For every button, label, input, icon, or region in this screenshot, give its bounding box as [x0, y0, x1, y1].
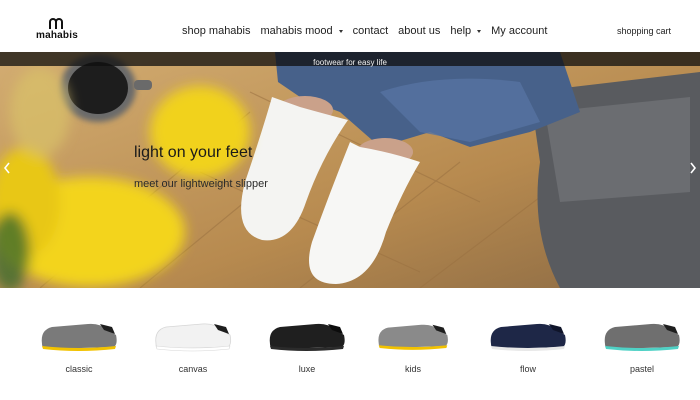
- product-label: canvas: [178, 364, 208, 374]
- product-label: luxe: [298, 364, 316, 374]
- caret-down-icon: [477, 29, 482, 33]
- product-kids[interactable]: kids: [363, 318, 463, 374]
- slipper-image: [378, 324, 448, 350]
- tagline: footwear for easy life: [313, 58, 387, 67]
- logo-text: mahabis: [36, 30, 78, 41]
- chevron-right-icon[interactable]: [688, 160, 698, 176]
- chevron-left-icon[interactable]: [2, 160, 12, 176]
- hero-image: [0, 52, 700, 288]
- product-flow[interactable]: flow: [478, 318, 578, 374]
- product-classic[interactable]: classic: [29, 318, 129, 374]
- slipper-image: [155, 323, 232, 352]
- nav-label: help: [450, 25, 472, 37]
- nav-my-account[interactable]: My account: [491, 25, 547, 37]
- slipper-image: [604, 323, 680, 351]
- nav-about-us[interactable]: about us: [398, 25, 440, 37]
- nav-label: contact: [352, 25, 389, 37]
- slipper-image: [490, 323, 566, 351]
- hero-subtitle: meet our lightweight slipper: [134, 178, 268, 190]
- shopping-cart-link[interactable]: shopping cart: [617, 26, 671, 36]
- product-luxe[interactable]: luxe: [257, 318, 357, 374]
- nav-label: about us: [398, 25, 441, 37]
- hero-title: light on your feet: [134, 144, 253, 161]
- nav-label: My account: [491, 25, 548, 37]
- nav-contact[interactable]: contact: [353, 25, 388, 37]
- caret-down-icon: [338, 29, 343, 33]
- product-row: classic canvas luxe kids flow pastel: [0, 288, 700, 400]
- product-label: classic: [65, 364, 93, 374]
- product-label: flow: [519, 364, 536, 374]
- product-canvas[interactable]: canvas: [143, 318, 243, 374]
- product-pastel[interactable]: pastel: [592, 318, 692, 374]
- logo[interactable]: mahabis: [36, 17, 78, 41]
- mahabis-logo-icon: [49, 18, 63, 29]
- nav-label: shop mahabis: [182, 25, 251, 37]
- product-label: kids: [404, 364, 421, 374]
- main-nav: shop mahabis mahabis mood contact about …: [182, 25, 557, 37]
- slipper-image: [41, 323, 117, 351]
- product-label: pastel: [629, 364, 655, 374]
- slipper-image: [269, 323, 345, 351]
- site-header: mahabis shop mahabis mahabis mood contac…: [0, 0, 700, 52]
- nav-label: mahabis mood: [260, 25, 333, 37]
- tagline-bar: footwear for easy life: [0, 52, 700, 67]
- nav-shop-mahabis[interactable]: shop mahabis: [182, 25, 251, 37]
- nav-mahabis-mood[interactable]: mahabis mood: [261, 25, 343, 37]
- hero-banner: footwear for easy life light on your fee…: [0, 52, 700, 288]
- nav-help[interactable]: help: [450, 25, 482, 37]
